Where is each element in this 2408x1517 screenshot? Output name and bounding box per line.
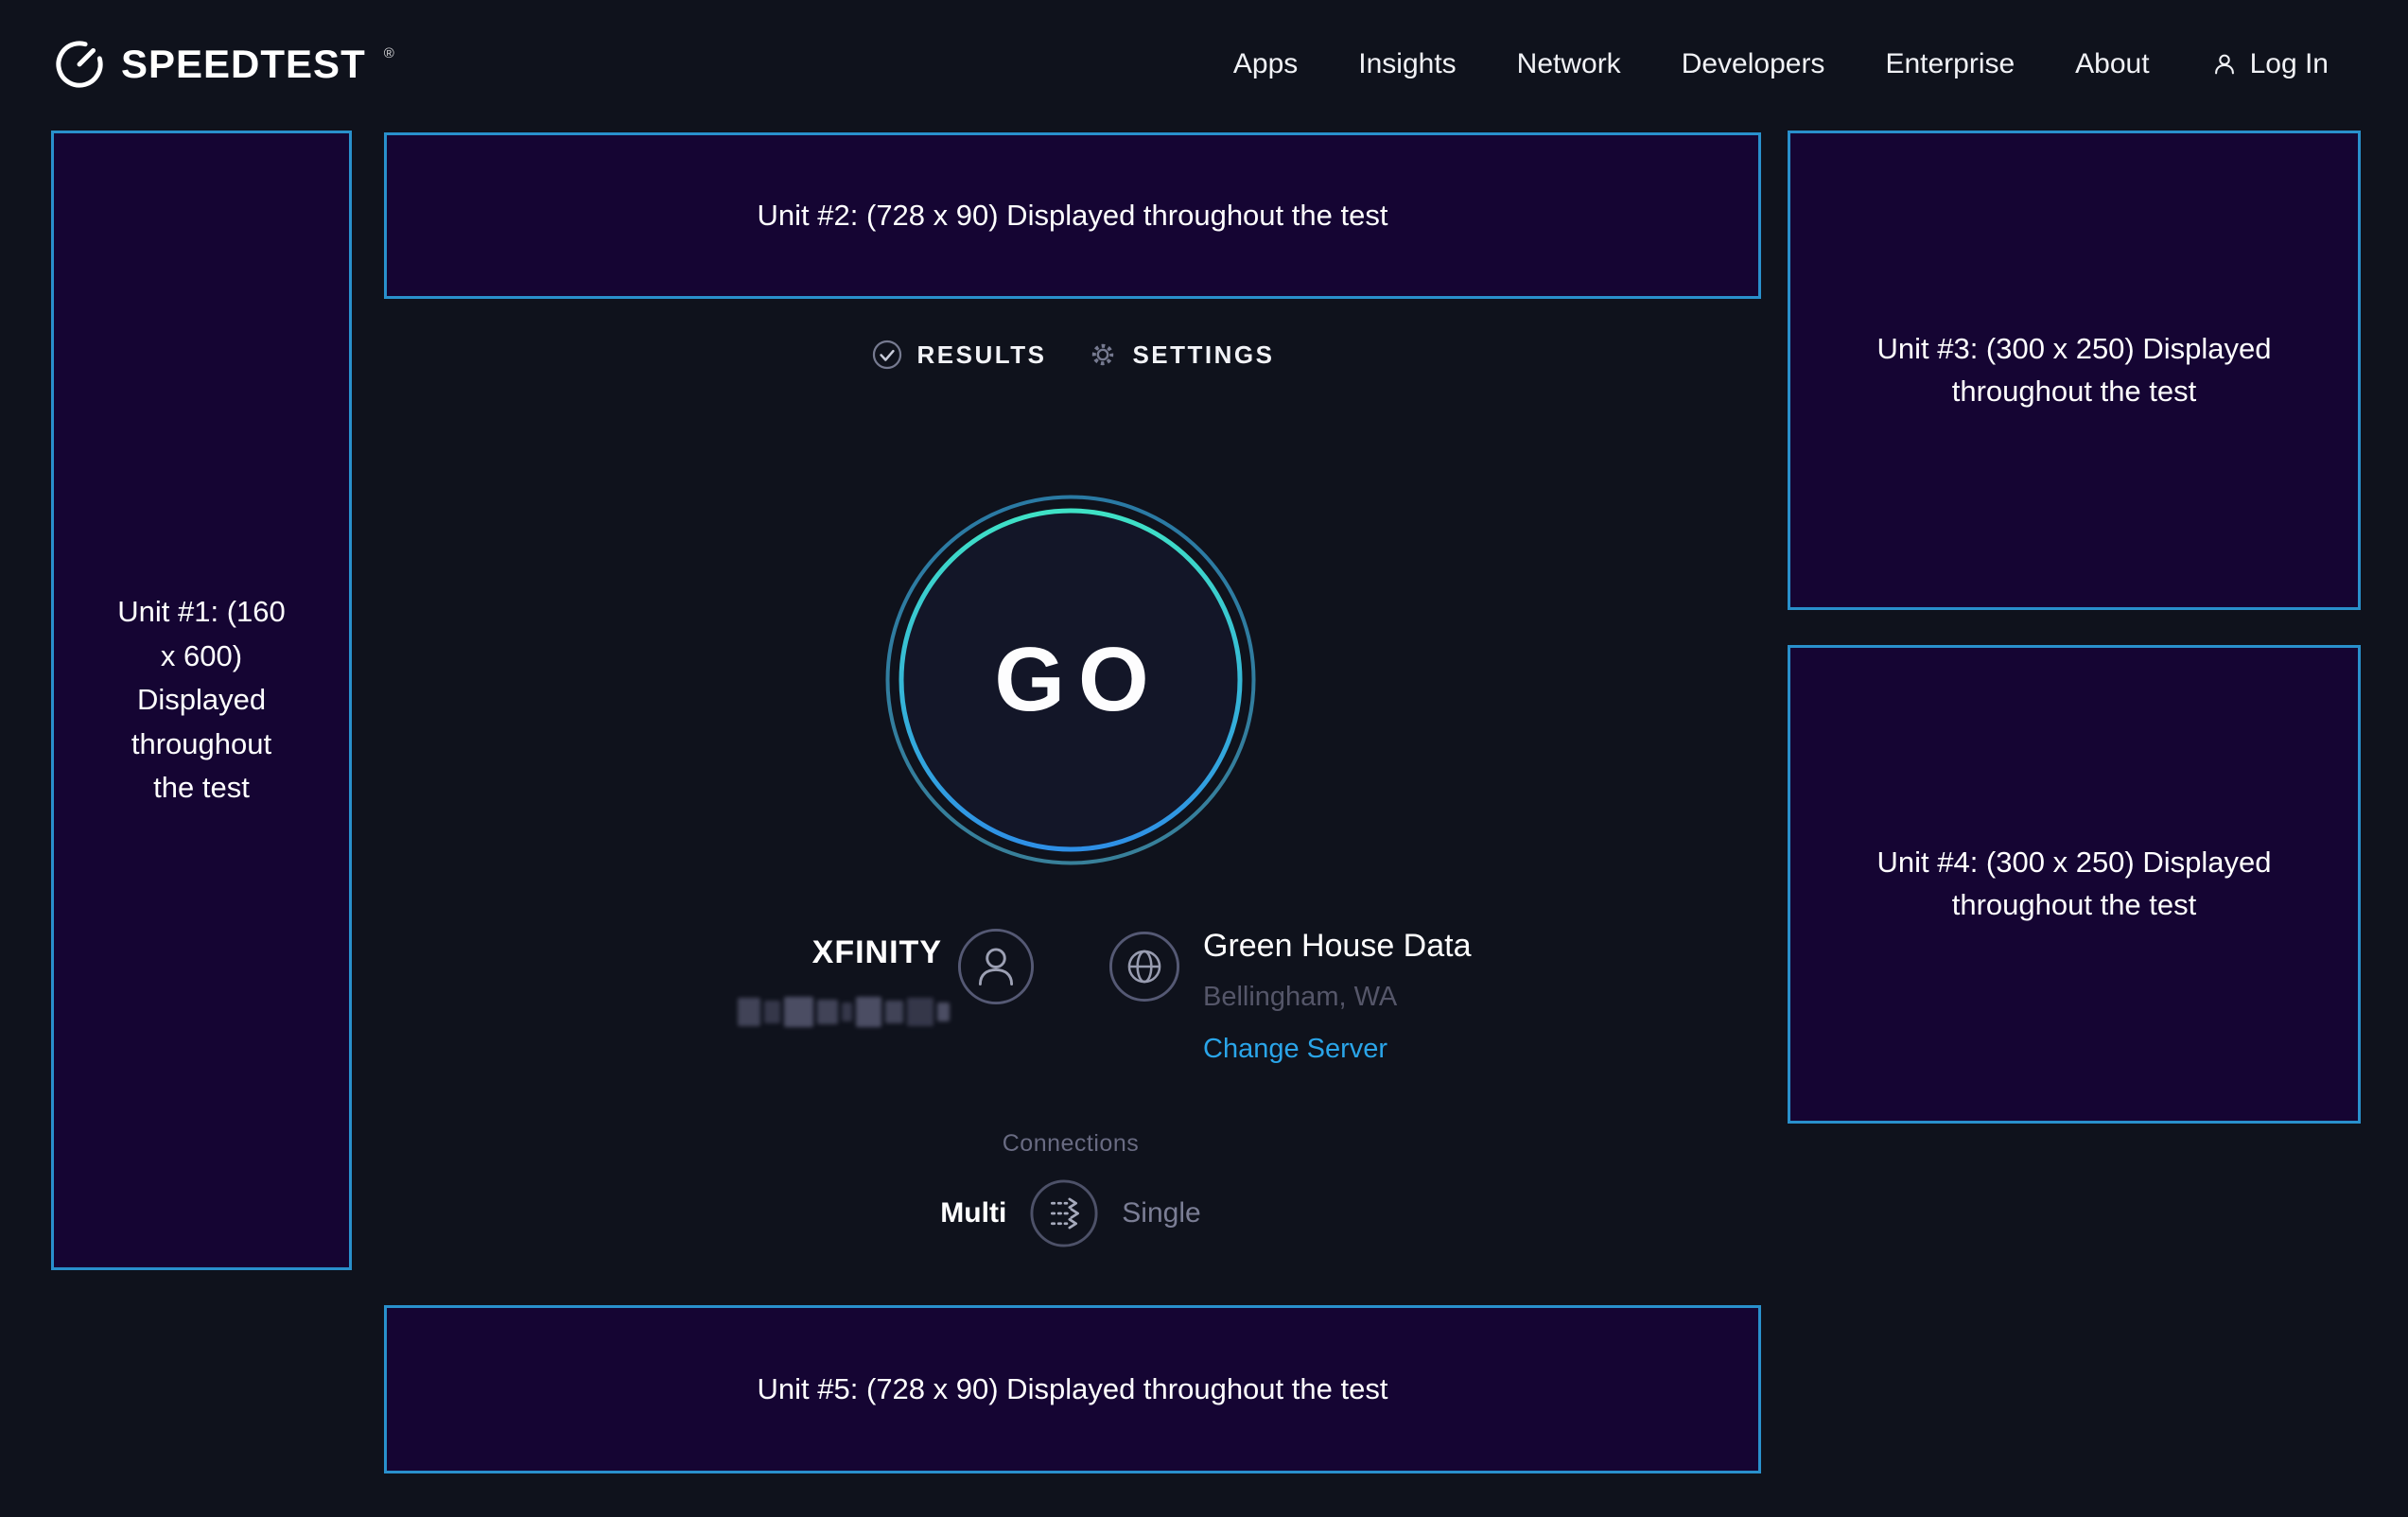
- server-name: Green House Data: [1203, 925, 1472, 967]
- ad-unit-4-rectangle: Unit #4: (300 x 250) Displayed throughou…: [1788, 645, 2361, 1124]
- change-server-link[interactable]: Change Server: [1203, 1034, 1472, 1065]
- ad-unit-5-text: Unit #5: (728 x 90) Displayed throughout…: [758, 1368, 1388, 1412]
- ad-unit-2-text: Unit #2: (728 x 90) Displayed throughout…: [758, 194, 1388, 238]
- tab-results-label: RESULTS: [917, 340, 1047, 370]
- nav-item-apps[interactable]: Apps: [1233, 48, 1298, 80]
- speedtest-logo[interactable]: SPEEDTEST ®: [53, 38, 394, 91]
- ad-unit-3-rectangle: Unit #3: (300 x 250) Displayed throughou…: [1788, 131, 2361, 610]
- check-circle-icon: [871, 339, 903, 371]
- server-location: Bellingham, WA: [1203, 982, 1472, 1013]
- connections-multi-label[interactable]: Multi: [940, 1197, 1006, 1229]
- multi-arrows-circle-icon[interactable]: [1029, 1178, 1099, 1248]
- person-icon: [2210, 50, 2239, 78]
- nav-item-insights[interactable]: Insights: [1358, 48, 1456, 80]
- isp-name: XFINITY: [812, 930, 942, 975]
- connections-toggle-row: Multi Single: [881, 1178, 1260, 1248]
- ad-unit-3-text: Unit #3: (300 x 250) Displayed throughou…: [1876, 328, 2273, 413]
- ad-unit-4-text: Unit #4: (300 x 250) Displayed throughou…: [1876, 842, 2273, 927]
- ad-unit-5-leaderboard: Unit #5: (728 x 90) Displayed throughout…: [384, 1305, 1761, 1473]
- nav-item-developers[interactable]: Developers: [1682, 48, 1825, 80]
- globe-circle-icon: [1108, 931, 1180, 1003]
- ad-unit-1-skyscraper: Unit #1: (160 x 600) Displayed throughou…: [51, 131, 352, 1270]
- ad-unit-1-text: Unit #1: (160 x 600) Displayed throughou…: [110, 590, 294, 811]
- brand-wordmark: SPEEDTEST: [121, 42, 366, 87]
- person-circle-icon: [957, 928, 1035, 1005]
- server-info: Green House Data Bellingham, WA Change S…: [1108, 925, 1472, 1065]
- top-nav-bar: SPEEDTEST ® Apps Insights Network Develo…: [0, 0, 2408, 129]
- nav-item-about[interactable]: About: [2075, 48, 2149, 80]
- gear-icon: [1088, 340, 1118, 370]
- brand-trademark: ®: [384, 45, 394, 61]
- go-button[interactable]: GO: [885, 495, 1256, 865]
- connections-single-label[interactable]: Single: [1122, 1197, 1200, 1229]
- redacted-ip-address: [738, 995, 950, 1029]
- speedtest-gauge-icon: [53, 38, 106, 91]
- nav-item-enterprise[interactable]: Enterprise: [1885, 48, 2015, 80]
- tab-settings[interactable]: SETTINGS: [1088, 340, 1274, 370]
- login-button[interactable]: Log In: [2210, 48, 2329, 80]
- main-nav: Apps Insights Network Developers Enterpr…: [1233, 48, 2329, 80]
- speedtest-page: SPEEDTEST ® Apps Insights Network Develo…: [0, 0, 2408, 1517]
- isp-info: XFINITY: [662, 930, 1035, 1005]
- connections-label: Connections: [881, 1130, 1260, 1158]
- go-button-label: GO: [885, 495, 1256, 865]
- ad-unit-2-leaderboard: Unit #2: (728 x 90) Displayed throughout…: [384, 132, 1761, 299]
- tab-settings-label: SETTINGS: [1132, 340, 1274, 370]
- tab-results[interactable]: RESULTS: [871, 339, 1047, 371]
- nav-item-network[interactable]: Network: [1517, 48, 1621, 80]
- login-label: Log In: [2250, 48, 2329, 80]
- server-text-block: Green House Data Bellingham, WA Change S…: [1203, 925, 1472, 1065]
- results-settings-tabs: RESULTS SETTINGS: [384, 339, 1761, 371]
